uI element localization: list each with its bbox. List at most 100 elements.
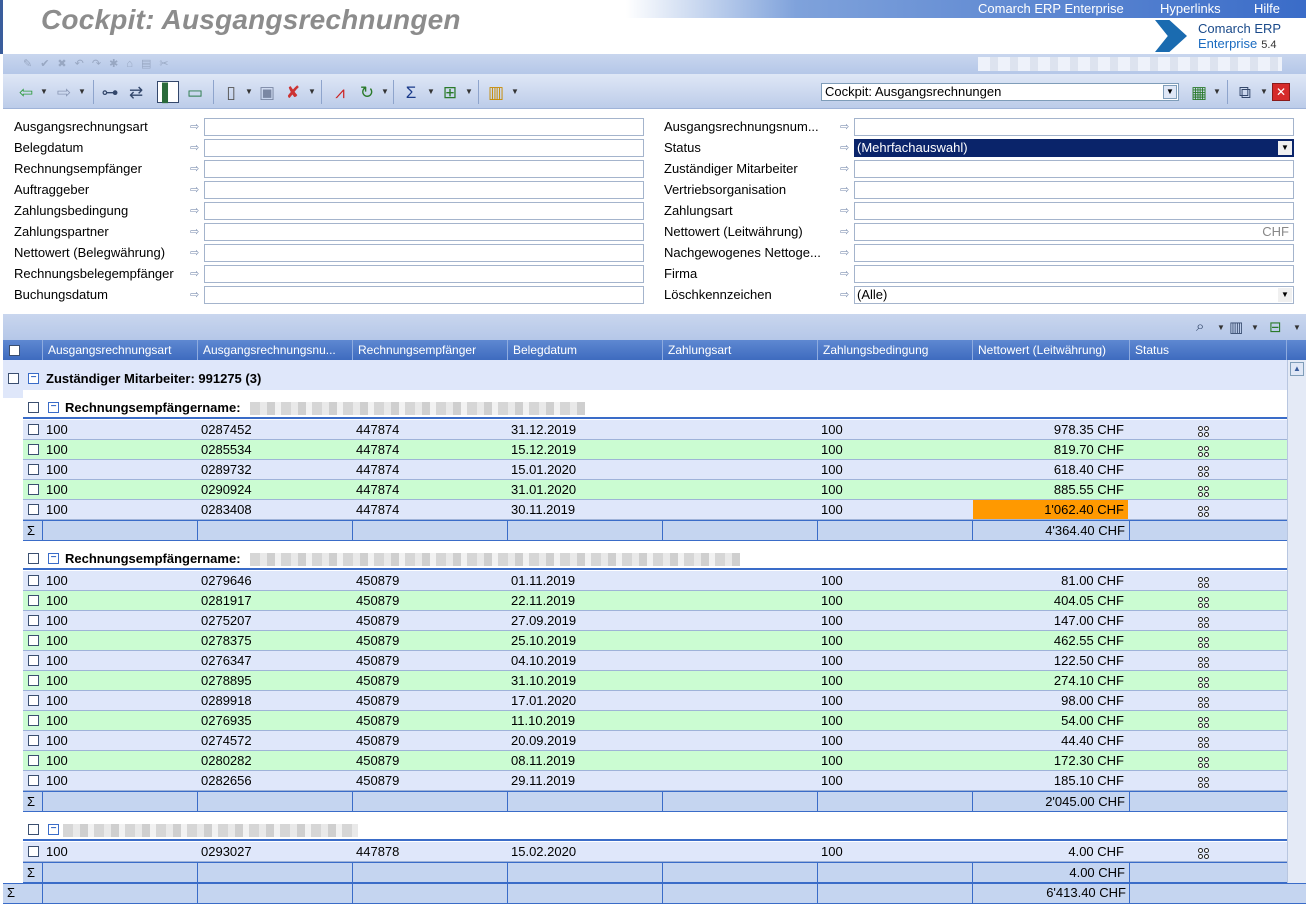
row-checkbox[interactable] — [28, 504, 39, 515]
table-row[interactable]: 100 0276347 450879 04.10.2019 100 122.50 CHF — [23, 651, 1287, 671]
export-icon[interactable]: ⊞ — [439, 81, 461, 103]
filter-input[interactable] — [204, 202, 644, 220]
refresh-icon[interactable]: ↻ — [356, 81, 378, 103]
collapse-icon[interactable]: − — [48, 553, 59, 564]
grid-layout-icon[interactable]: ⊟ — [1269, 318, 1282, 336]
row-checkbox[interactable] — [28, 846, 39, 857]
filter-input[interactable] — [854, 160, 1294, 178]
subgroup-checkbox[interactable] — [28, 402, 39, 413]
save-icon[interactable]: ▣ — [256, 81, 278, 103]
filter-input[interactable]: CHF — [854, 223, 1294, 241]
chevron-down-icon[interactable]: ▼ — [1163, 85, 1177, 99]
subgroup-checkbox[interactable] — [28, 553, 39, 564]
scroll-up-icon[interactable]: ▲ — [1290, 362, 1304, 376]
filter-input[interactable] — [204, 244, 644, 262]
table-row[interactable]: 100 0278375 450879 25.10.2019 100 462.55 CHF — [23, 631, 1287, 651]
row-checkbox[interactable] — [28, 575, 39, 586]
row-checkbox[interactable] — [28, 615, 39, 626]
chevron-down-icon[interactable]: ▼ — [1293, 323, 1301, 332]
table-row[interactable]: 100 0280282 450879 08.11.2019 100 172.30 CHF — [23, 751, 1287, 771]
table-row[interactable]: 100 0278895 450879 31.10.2019 100 274.10 CHF — [23, 671, 1287, 691]
back-arrow-icon[interactable]: ⇦ — [15, 81, 37, 103]
row-checkbox[interactable] — [28, 695, 39, 706]
filter-input[interactable] — [204, 223, 644, 241]
filter-input[interactable]: (Alle) ▼ — [854, 286, 1294, 304]
row-checkbox[interactable] — [28, 735, 39, 746]
row-checkbox[interactable] — [28, 444, 39, 455]
table-row[interactable]: 100 0289918 450879 17.01.2020 100 98.00 CHF — [23, 691, 1287, 711]
transfer-icon[interactable]: ⇄ — [125, 81, 147, 103]
report-icon[interactable]: ▥ — [485, 81, 507, 103]
row-checkbox[interactable] — [28, 424, 39, 435]
menu-hyperlinks[interactable]: Hyperlinks — [1160, 1, 1221, 16]
screen-icon[interactable]: ▭ — [184, 81, 206, 103]
filter-input[interactable] — [854, 181, 1294, 199]
filter-input[interactable] — [854, 118, 1294, 136]
chevron-down-icon[interactable]: ▼ — [427, 87, 435, 96]
column-header[interactable]: Zahlungsart — [663, 340, 818, 360]
table-row[interactable]: 100 0289732 447874 15.01.2020 100 618.40 CHF — [23, 460, 1287, 480]
table-row[interactable]: 100 0285534 447874 15.12.2019 100 819.70 CHF — [23, 440, 1287, 460]
column-header[interactable]: Belegdatum — [508, 340, 663, 360]
chevron-down-icon[interactable]: ▼ — [308, 87, 316, 96]
table-row[interactable]: 100 0276935 450879 11.10.2019 100 54.00 CHF — [23, 711, 1287, 731]
filter-input[interactable] — [854, 202, 1294, 220]
new-document-icon[interactable]: ▯ — [220, 81, 242, 103]
chevron-down-icon[interactable]: ▼ — [1213, 87, 1221, 96]
table-row[interactable]: 100 0283408 447874 30.11.2019 100 1'062.40 CH… — [23, 500, 1287, 520]
calculator-icon[interactable]: ▦ — [1188, 81, 1210, 103]
filter-input[interactable] — [204, 160, 644, 178]
cockpit-select[interactable]: Cockpit: Ausgangsrechnungen ▼ — [821, 83, 1179, 101]
row-checkbox[interactable] — [28, 675, 39, 686]
column-header[interactable]: Ausgangsrechnungsart — [43, 340, 198, 360]
column-header[interactable]: Zahlungsbedingung — [818, 340, 973, 360]
sum-icon[interactable]: Σ — [400, 81, 422, 103]
filter-input[interactable] — [854, 265, 1294, 283]
filter-input[interactable]: (Mehrfachauswahl) ▼ — [854, 139, 1294, 157]
layout-icon[interactable]: ⧉ — [1234, 81, 1256, 103]
columns-icon[interactable]: ▥ — [1229, 318, 1243, 336]
table-row[interactable]: 100 0290924 447874 31.01.2020 100 885.55 CHF — [23, 480, 1287, 500]
filter-input[interactable] — [204, 181, 644, 199]
close-icon[interactable]: ✕ — [1272, 83, 1290, 101]
search-binoculars-icon[interactable]: ⊶ — [99, 81, 121, 103]
chevron-down-icon[interactable]: ▼ — [381, 87, 389, 96]
menu-comarch[interactable]: Comarch ERP Enterprise — [978, 1, 1124, 16]
row-checkbox[interactable] — [28, 464, 39, 475]
filter-input[interactable] — [204, 286, 644, 304]
column-header[interactable]: Ausgangsrechnungsnu... — [198, 340, 353, 360]
chevron-down-icon[interactable]: ▼ — [1260, 87, 1268, 96]
menu-hilfe[interactable]: Hilfe — [1254, 1, 1280, 16]
table-row[interactable]: 100 0275207 450879 27.09.2019 100 147.00 CHF — [23, 611, 1287, 631]
row-checkbox[interactable] — [28, 655, 39, 666]
filter-input[interactable] — [854, 244, 1294, 262]
chevron-down-icon[interactable]: ▼ — [1278, 141, 1292, 155]
delete-document-icon[interactable]: ✘ — [282, 81, 304, 103]
table-row[interactable]: 100 0281917 450879 22.11.2019 100 404.05 CHF — [23, 591, 1287, 611]
table-row[interactable]: 100 0282656 450879 29.11.2019 100 185.10 CHF — [23, 771, 1287, 791]
subgroup-checkbox[interactable] — [28, 824, 39, 835]
table-row[interactable]: 100 0287452 447874 31.12.2019 100 978.35 CHF — [23, 420, 1287, 440]
chevron-down-icon[interactable]: ▼ — [465, 87, 473, 96]
row-checkbox[interactable] — [28, 484, 39, 495]
chevron-down-icon[interactable]: ▼ — [1251, 323, 1259, 332]
row-checkbox[interactable] — [28, 775, 39, 786]
filter-input[interactable] — [204, 139, 644, 157]
search-icon[interactable]: ⌕ — [1196, 318, 1204, 335]
collapse-icon[interactable]: − — [48, 824, 59, 835]
table-row[interactable]: 100 0279646 450879 01.11.2019 100 81.00 CHF — [23, 571, 1287, 591]
group-checkbox[interactable] — [8, 373, 19, 384]
select-all-checkbox[interactable] — [9, 345, 20, 357]
row-checkbox[interactable] — [28, 635, 39, 646]
filter-input[interactable] — [204, 118, 644, 136]
filter-input[interactable] — [204, 265, 644, 283]
collapse-icon[interactable]: − — [28, 373, 39, 384]
row-checkbox[interactable] — [28, 715, 39, 726]
chevron-down-icon[interactable]: ▼ — [245, 87, 253, 96]
chevron-down-icon[interactable]: ▼ — [40, 87, 48, 96]
vertical-scrollbar[interactable]: ▲ — [1287, 360, 1306, 883]
column-header[interactable]: Status — [1130, 340, 1287, 360]
chevron-down-icon[interactable]: ▼ — [511, 87, 519, 96]
row-checkbox[interactable] — [28, 595, 39, 606]
chevron-down-icon[interactable]: ▼ — [78, 87, 86, 96]
